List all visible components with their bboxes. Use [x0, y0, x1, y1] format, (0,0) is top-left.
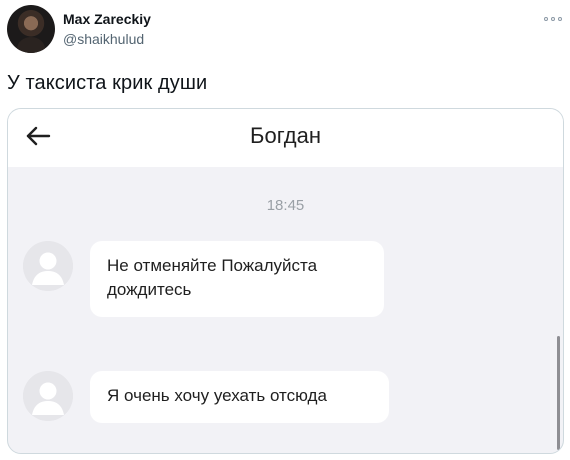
tweet-media-screenshot[interactable]: Богдан 18:45 Не отменяйте Пожалуйста дож…: [7, 108, 564, 454]
tweet-header: Max Zareckiy @shaikhulud: [0, 0, 570, 60]
scrollbar[interactable]: [557, 336, 560, 450]
user-placeholder-icon: [23, 371, 73, 421]
tweet-text: У таксиста крик души: [7, 72, 208, 94]
chat-message-list[interactable]: 18:45 Не отменяйте Пожалуйста дождитесь …: [8, 167, 563, 453]
user-placeholder-icon: [23, 241, 73, 291]
author-handle[interactable]: @shaikhulud: [63, 31, 144, 47]
author-avatar[interactable]: [7, 5, 55, 53]
message-timestamp: 18:45: [266, 197, 305, 214]
chat-header: Богдан: [8, 109, 563, 167]
sender-avatar: [23, 371, 73, 421]
sender-avatar: [23, 241, 73, 291]
more-options-icon[interactable]: [544, 14, 562, 24]
chat-contact-name: Богдан: [250, 123, 321, 148]
message-bubble[interactable]: Я очень хочу уехать отсюда: [90, 371, 389, 423]
message-bubble[interactable]: Не отменяйте Пожалуйста дождитесь: [90, 241, 384, 317]
author-name[interactable]: Max Zareckiy: [63, 11, 151, 27]
